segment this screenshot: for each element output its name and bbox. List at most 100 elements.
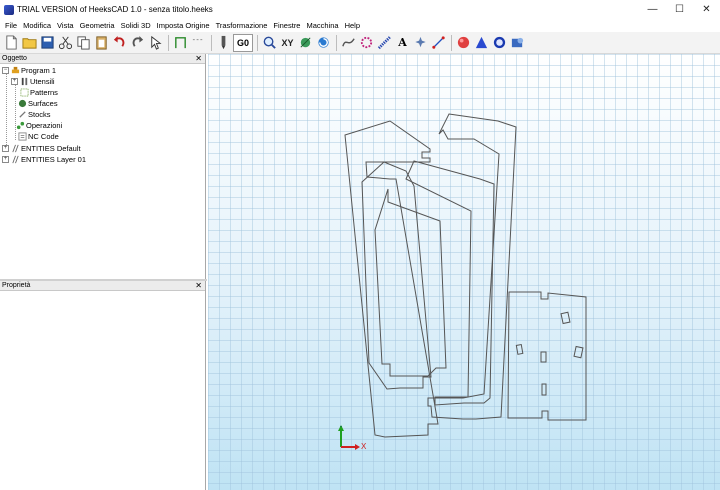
plate-slot [541, 383, 547, 396]
part-right-tall [427, 113, 517, 420]
solid-button[interactable] [509, 34, 526, 52]
toolbar-separator [211, 34, 212, 51]
menu-finestre[interactable]: Finestre [270, 19, 303, 32]
paste-button[interactable] [93, 34, 110, 52]
toolbar-separator [168, 34, 169, 51]
undo-icon [113, 35, 125, 47]
drill-icon [221, 35, 226, 50]
magic-button[interactable] [412, 34, 429, 52]
tree-label: Program 1 [21, 66, 57, 75]
clipboard-icon [96, 36, 107, 50]
tree-item-entities-default[interactable]: + ENTITIES Default [2, 143, 81, 154]
sphere-button[interactable] [455, 34, 472, 52]
cylinder-icon [493, 36, 506, 49]
window-controls: — ☐ ✕ [639, 0, 720, 19]
gear-shape-button[interactable] [358, 34, 375, 52]
patterns-icon [20, 88, 29, 97]
g0-button[interactable]: G0 [233, 33, 253, 52]
copy-icon [77, 36, 90, 50]
tree-item-entities-layer[interactable]: + ENTITIES Layer 01 [2, 154, 86, 165]
menu-modifica[interactable]: Modifica [20, 19, 54, 32]
part-inner-frame [374, 188, 447, 377]
stocks-icon [19, 111, 26, 118]
axis-gizmo [338, 425, 360, 450]
tree-item-stocks[interactable]: Stocks [18, 109, 51, 120]
part-outer-left [344, 120, 439, 438]
copy-button[interactable] [75, 34, 92, 52]
cut-button[interactable] [57, 34, 74, 52]
menu-file[interactable]: File [2, 19, 20, 32]
surfaces-icon [18, 99, 27, 108]
redo-button[interactable] [129, 34, 146, 52]
menu-imposta-origine[interactable]: Imposta Origine [154, 19, 213, 32]
cylinder-button[interactable] [491, 34, 508, 52]
spline-button[interactable] [340, 34, 357, 52]
plate-slot [540, 351, 547, 363]
dotted-line-icon [192, 39, 205, 41]
tree-label: Operazioni [26, 121, 63, 130]
tree-item-patterns[interactable]: Patterns [20, 87, 58, 98]
line-tool-button[interactable] [172, 34, 189, 52]
tool-button[interactable] [215, 34, 232, 52]
rotate-view-button[interactable] [315, 34, 332, 52]
spline-icon [342, 38, 355, 47]
tree-item-nc-code[interactable]: NC Code [18, 131, 59, 142]
scissors-icon [58, 36, 73, 50]
plate-slot [515, 343, 524, 355]
tools-icon [21, 77, 28, 86]
menu-macchina[interactable]: Macchina [303, 19, 341, 32]
redo-icon [132, 35, 144, 47]
tree-label: ENTITIES Default [21, 144, 81, 153]
geometry-group [344, 113, 587, 438]
solid-icon [511, 37, 524, 48]
tree-item-operazioni[interactable]: Operazioni [16, 120, 62, 131]
properties-panel-close-button[interactable]: ✕ [195, 281, 202, 291]
window-title: TRIAL VERSION of HeeksCAD 1.0 - senza ti… [17, 5, 213, 14]
cad-viewport[interactable]: X [208, 54, 720, 490]
close-button[interactable]: ✕ [693, 0, 720, 19]
expander[interactable]: + [2, 156, 9, 163]
axis-x-label: X [361, 442, 367, 451]
menu-vista[interactable]: Vista [54, 19, 77, 32]
toolbar: G0 XY A [0, 32, 720, 54]
select-button[interactable] [147, 34, 164, 52]
tree-item-surfaces[interactable]: Surfaces [18, 98, 58, 109]
toolbar-separator [451, 34, 452, 51]
expander[interactable]: + [11, 78, 18, 85]
app-icon [4, 4, 14, 15]
tree-label: Utensili [30, 77, 55, 86]
title-bar: TRIAL VERSION of HeeksCAD 1.0 - senza ti… [0, 0, 720, 19]
zoom-button[interactable] [261, 34, 278, 52]
new-file-icon [6, 35, 17, 50]
menu-geometria[interactable]: Geometria [77, 19, 118, 32]
measure-button[interactable] [376, 34, 393, 52]
view-xy-button[interactable]: XY [279, 34, 296, 52]
maximize-button[interactable]: ☐ [666, 0, 693, 19]
cone-button[interactable] [473, 34, 490, 52]
menu-help[interactable]: Help [342, 19, 363, 32]
expander[interactable]: − [2, 67, 9, 74]
dimension-icon [432, 36, 445, 49]
fit-view-icon [300, 37, 311, 48]
open-file-button[interactable] [21, 34, 38, 52]
dotted-line-button[interactable] [190, 34, 207, 52]
menu-solidi-3d[interactable]: Solidi 3D [118, 19, 154, 32]
sparkle-icon [415, 36, 426, 48]
undo-button[interactable] [111, 34, 128, 52]
fit-view-button[interactable] [297, 34, 314, 52]
objects-panel-close-button[interactable]: ✕ [195, 54, 202, 64]
expander[interactable]: + [2, 145, 9, 152]
tree-item-utensili[interactable]: + Utensili [11, 76, 55, 87]
line-tool-icon [175, 37, 186, 49]
dimension-button[interactable] [430, 34, 447, 52]
text-button[interactable]: A [394, 34, 411, 52]
minimize-button[interactable]: — [639, 0, 666, 19]
new-file-button[interactable] [3, 34, 20, 52]
part-inner-right [405, 160, 495, 406]
save-button[interactable] [39, 34, 56, 52]
objects-panel: Oggetto ✕ − Program 1 + Utensili Pattern… [0, 54, 206, 279]
pointer-icon [151, 35, 162, 50]
tree-item-program[interactable]: − Program 1 [2, 65, 56, 76]
menu-trasformazione[interactable]: Trasformazione [213, 19, 271, 32]
folder-icon [22, 38, 37, 49]
